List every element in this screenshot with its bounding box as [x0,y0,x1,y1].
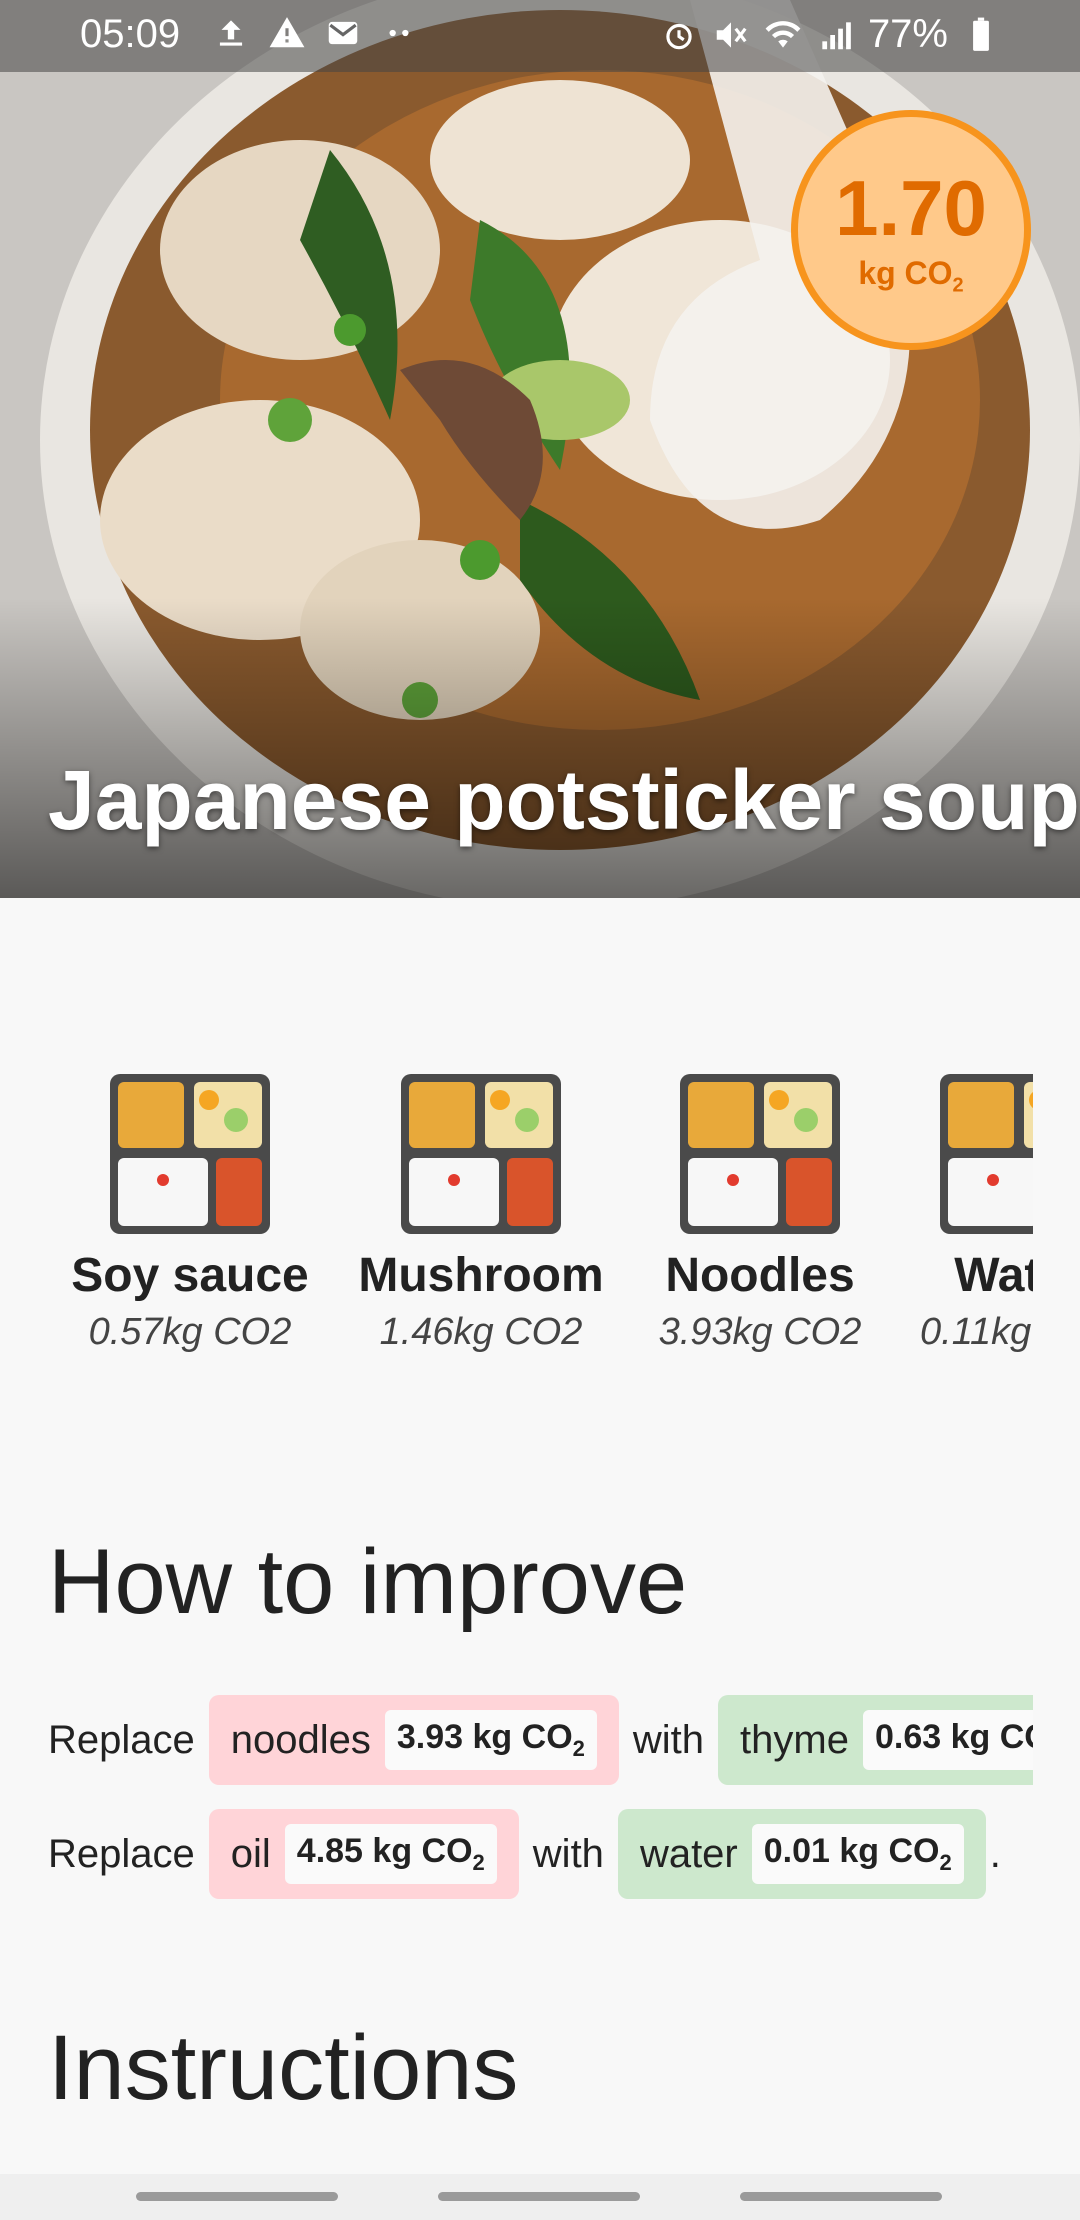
ingredient-item[interactable]: Noodles 3.93kg CO2 [630,1070,890,1354]
more-dots-icon [389,29,409,37]
ingredient-item[interactable]: Water 0.11kg CO2 [890,1070,1033,1354]
bento-box-icon [680,1074,840,1234]
status-bar: 05:09 77% [0,0,1080,72]
bento-box-icon [110,1074,270,1234]
instructions-heading: Instructions [48,2017,519,2119]
ingredient-co2: 0.57kg CO2 [88,1311,292,1353]
replace-from-name: oil [230,1831,271,1876]
recipe-title: Japanese potsticker soup [48,753,1080,847]
nav-back-button[interactable] [740,2192,942,2201]
mail-icon [328,21,358,45]
navigation-bar [0,2174,1080,2220]
how-to-improve-heading: How to improve [48,1531,688,1633]
improve-row: Replace noodles 3.93 kg CO2 with thyme 0… [48,1695,1033,1785]
ingredient-name: Soy sauce [71,1249,309,1302]
nav-recents-button[interactable] [136,2192,338,2201]
ingredient-co2: 0.11kg CO2 [920,1311,1033,1353]
bento-box-icon [401,1074,561,1234]
replace-to-chip[interactable]: water 0.01 kg CO2 [617,1809,986,1899]
replace-to-name: thyme [740,1717,849,1762]
wifi-icon [765,20,801,48]
improve-suggestions: Replace noodles 3.93 kg CO2 with thyme 0… [48,1695,1033,1905]
co2-total-value: 1.70 [835,164,987,252]
co2-total-badge: 1.70 kg CO2 [791,110,1031,350]
ingredient-name: Noodles [665,1249,855,1302]
ingredient-name: Mushroom [358,1249,604,1302]
sentence-end: . [989,1831,1001,1876]
ingredient-name: Water [954,1249,1033,1302]
replace-from-co2: 4.85 kg CO2 [284,1824,497,1884]
co2-total-unit: kg CO2 [858,255,964,297]
mute-icon [716,21,747,48]
replace-label: Replace [48,1717,195,1762]
hero-gradient [0,598,1080,898]
status-time: 05:09 [80,12,181,56]
replace-label: Replace [48,1831,195,1876]
bento-box-icon [940,1074,1033,1234]
notification-icons [212,14,418,52]
with-label: with [532,1831,604,1876]
ingredient-co2: 1.46kg CO2 [379,1311,583,1353]
warning-icon [269,17,305,48]
nav-home-button[interactable] [438,2192,640,2201]
replace-to-co2: 0.01 kg CO2 [751,1824,964,1884]
system-icons: 77% [660,12,1000,57]
ingredient-co2: 3.93kg CO2 [658,1311,862,1353]
replace-from-co2: 3.93 kg CO2 [384,1710,597,1770]
replace-to-co2: 0.63 kg CO2 [862,1710,1033,1770]
replace-from-chip[interactable]: noodles 3.93 kg CO2 [208,1695,619,1785]
upload-icon [219,20,243,46]
alarm-icon [666,23,692,49]
ingredients-carousel[interactable]: Soy sauce 0.57kg CO2 Mushroom 1.46kg CO2… [0,1070,1033,1370]
ingredient-item[interactable]: Mushroom 1.46kg CO2 [351,1070,611,1354]
battery-icon [973,17,989,51]
signal-icon [822,21,851,49]
improve-row: Replace oil 4.85 kg CO2 with water 0.01 … [48,1809,1015,1899]
replace-to-name: water [639,1831,738,1876]
replace-to-chip[interactable]: thyme 0.63 kg CO2 [718,1695,1033,1785]
with-label: with [632,1717,705,1762]
battery-percent: 77% [867,12,948,56]
ingredient-item[interactable]: Soy sauce 0.57kg CO2 [60,1070,320,1354]
replace-from-name: noodles [230,1717,371,1762]
replace-from-chip[interactable]: oil 4.85 kg CO2 [208,1809,519,1899]
